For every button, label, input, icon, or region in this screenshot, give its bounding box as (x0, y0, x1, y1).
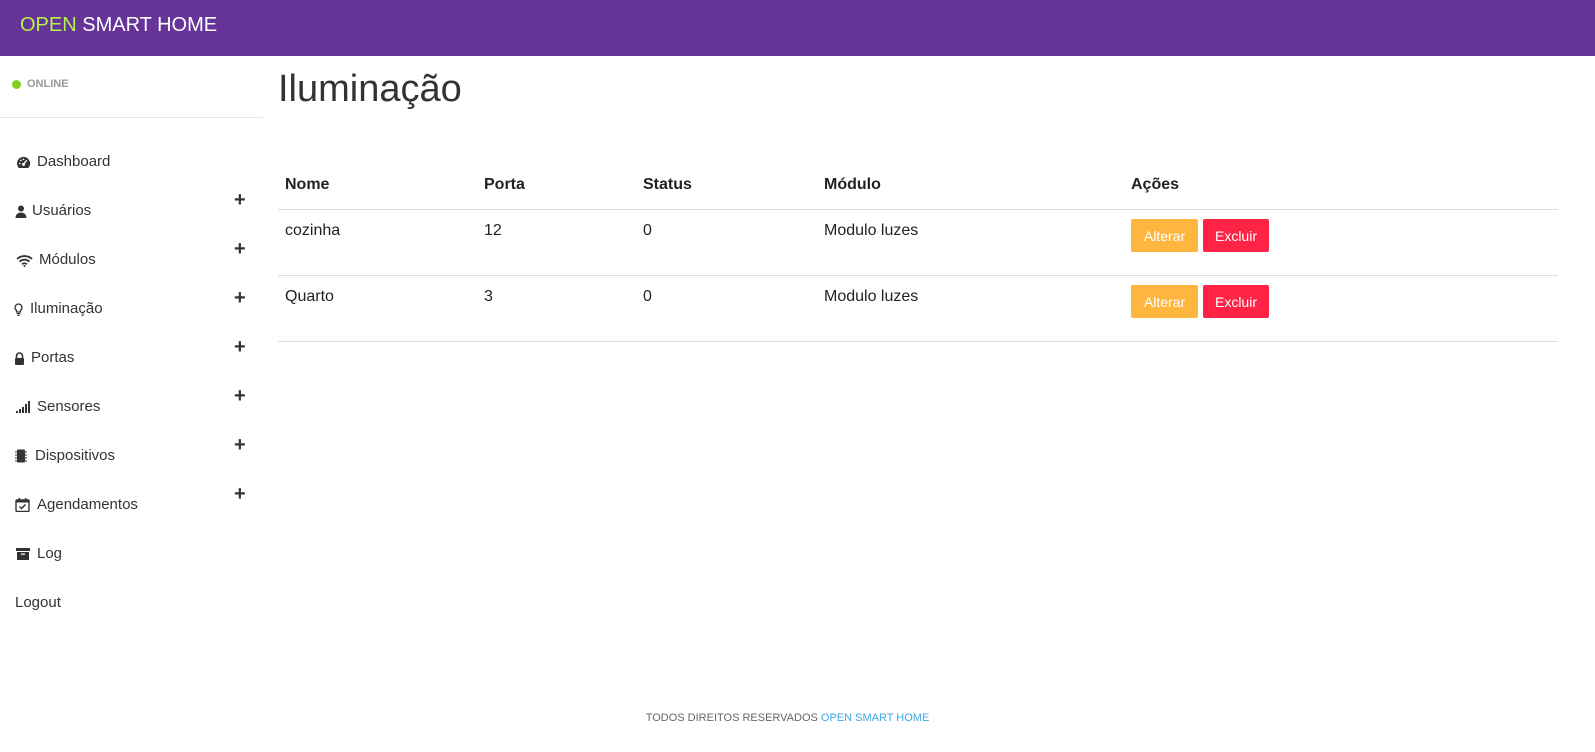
wifi-icon (15, 253, 33, 267)
footer-text: TODOS DIREITOS RESERVADOS (645, 712, 821, 724)
expand-plus-icon[interactable]: + (234, 190, 246, 210)
expand-plus-icon[interactable]: + (234, 239, 246, 259)
sidebar-item-portas[interactable]: Portas + (0, 337, 263, 373)
brand-text: SMART HOME (76, 14, 218, 36)
column-header-nome: Nome (285, 176, 330, 193)
sidebar: ONLINE Dashboard Usuários + Módulos + Il… (0, 56, 263, 696)
sidebar-item-usuarios[interactable]: Usuários + (0, 190, 263, 226)
brand-logo[interactable]: OPEN SMART HOME (20, 14, 217, 37)
expand-plus-icon[interactable]: + (234, 337, 246, 357)
expand-plus-icon[interactable]: + (234, 386, 246, 406)
sidebar-divider (0, 117, 263, 118)
sidebar-item-label: Portas (31, 349, 75, 366)
sidebar-item-label: Log (37, 545, 63, 562)
dashboard-icon (15, 155, 31, 169)
cell-modulo: Modulo luzes (824, 288, 919, 305)
table-row: cozinha 12 0 Modulo luzes Alterar Exclui… (278, 210, 1558, 276)
calendar-check-icon (14, 498, 30, 512)
chip-icon (14, 449, 28, 463)
top-bar: OPEN SMART HOME (0, 0, 1595, 56)
cell-porta: 12 (484, 222, 502, 239)
cell-nome: Quarto (285, 288, 334, 305)
table-header-row: Nome Porta Status Módulo Ações (278, 160, 1558, 210)
sidebar-item-logout[interactable]: Logout (0, 588, 263, 618)
sidebar-item-label: Logout (15, 594, 61, 611)
sidebar-item-dispositivos[interactable]: Dispositivos + (0, 435, 263, 471)
column-header-modulo: Módulo (824, 176, 881, 193)
user-icon (13, 204, 29, 218)
column-header-status: Status (643, 176, 692, 193)
archive-icon (15, 547, 30, 561)
brand-accent: OPEN (20, 14, 77, 36)
expand-plus-icon[interactable]: + (234, 484, 246, 504)
sidebar-item-agendamentos[interactable]: Agendamentos + (0, 484, 263, 520)
delete-button[interactable]: Excluir (1203, 219, 1269, 252)
edit-button[interactable]: Alterar (1131, 219, 1198, 252)
sidebar-item-label: Dispositivos (35, 447, 116, 464)
column-header-porta: Porta (484, 176, 525, 193)
sidebar-item-label: Sensores (37, 398, 101, 415)
footer: TODOS DIREITOS RESERVADOS OPEN SMART HOM… (0, 712, 1575, 724)
lightbulb-icon (12, 302, 24, 316)
sidebar-item-label: Usuários (32, 202, 92, 219)
sidebar-item-dashboard[interactable]: Dashboard (0, 147, 263, 177)
sidebar-item-label: Agendamentos (37, 496, 138, 513)
expand-plus-icon[interactable]: + (234, 435, 246, 455)
edit-button[interactable]: Alterar (1131, 285, 1198, 318)
table-row: Quarto 3 0 Modulo luzes Alterar Excluir (278, 276, 1558, 342)
sidebar-item-label: Dashboard (37, 153, 111, 170)
status-dot-icon (12, 79, 21, 89)
column-header-acoes: Ações (1131, 176, 1180, 193)
cell-status: 0 (643, 288, 652, 305)
lock-icon (13, 351, 25, 365)
delete-button[interactable]: Excluir (1203, 285, 1269, 318)
status-text: ONLINE (27, 78, 69, 90)
sidebar-item-sensores[interactable]: Sensores + (0, 386, 263, 422)
cell-porta: 3 (484, 288, 493, 305)
sidebar-item-modulos[interactable]: Módulos + (0, 239, 263, 275)
expand-plus-icon[interactable]: + (234, 288, 246, 308)
cell-nome: cozinha (285, 222, 341, 239)
cell-modulo: Modulo luzes (824, 222, 919, 239)
page-title: Iluminação (278, 68, 462, 110)
signal-icon (15, 400, 32, 414)
cell-status: 0 (643, 222, 652, 239)
online-status: ONLINE (12, 78, 69, 90)
sidebar-item-log[interactable]: Log (0, 539, 263, 569)
footer-link[interactable]: OPEN SMART HOME (821, 712, 929, 724)
sidebar-item-label: Módulos (39, 251, 96, 268)
sidebar-item-label: Iluminação (30, 300, 103, 317)
sidebar-item-iluminacao[interactable]: Iluminação + (0, 288, 263, 324)
